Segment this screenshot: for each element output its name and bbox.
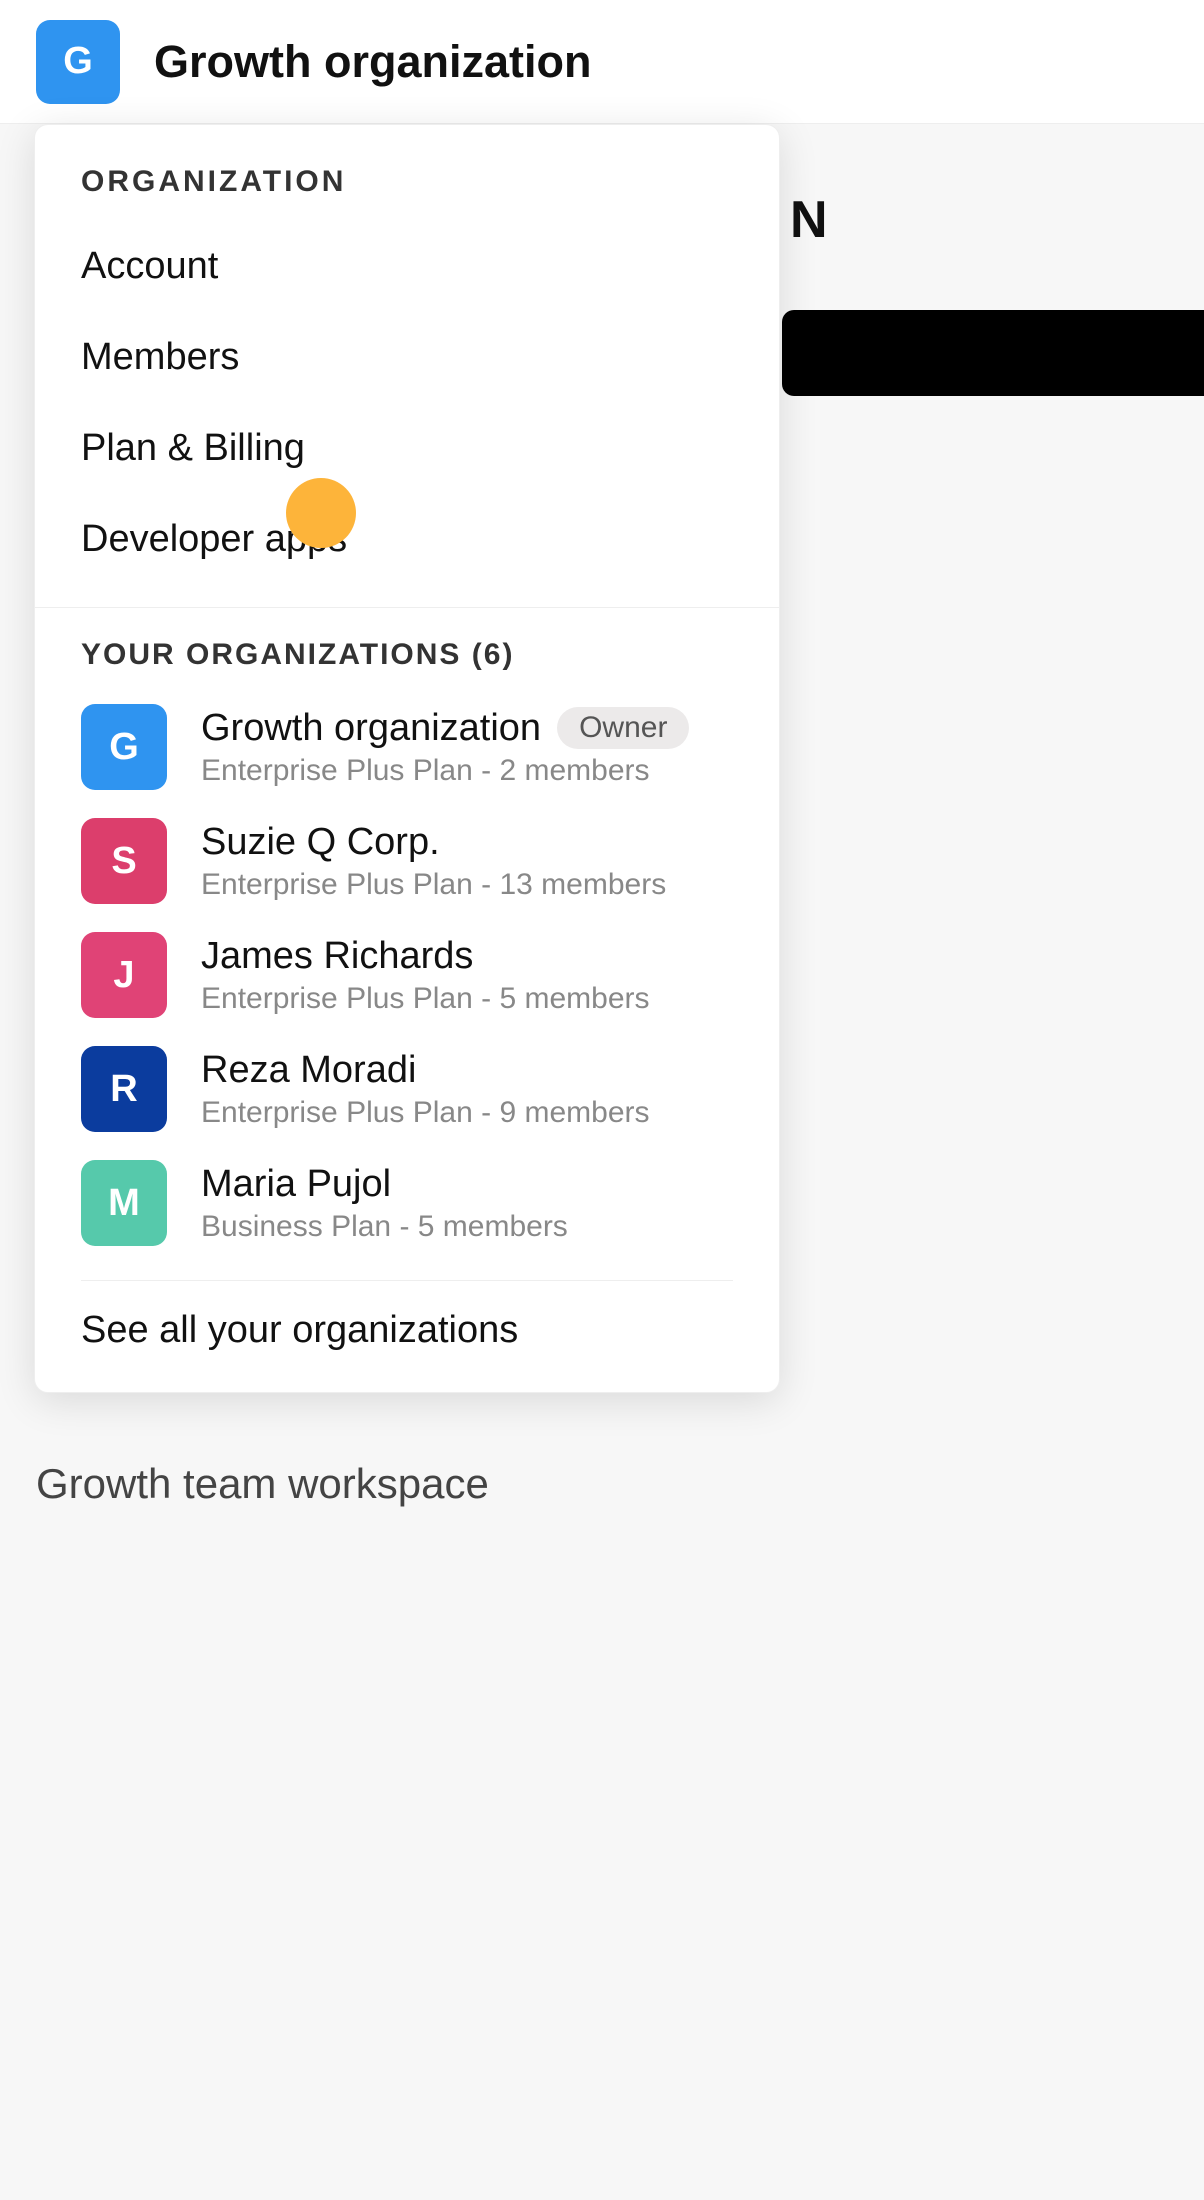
menu-item-account[interactable]: Account	[35, 221, 779, 312]
org-name: Growth organization	[201, 707, 541, 750]
org-avatar: G	[81, 704, 167, 790]
bg-partial-row: Growth team workspace	[36, 1460, 489, 1508]
org-item[interactable]: J James Richards Enterprise Plus Plan - 5 …	[35, 918, 779, 1032]
org-name: Reza Moradi	[201, 1049, 416, 1092]
org-title: Growth organization	[154, 36, 591, 88]
org-item[interactable]: M Maria Pujol Business Plan - 5 members	[35, 1146, 779, 1260]
bg-partial-text: N	[790, 190, 828, 250]
menu-item-plan-billing[interactable]: Plan & Billing	[35, 403, 779, 494]
org-info: James Richards Enterprise Plus Plan - 5 m…	[201, 935, 650, 1016]
org-avatar: M	[81, 1160, 167, 1246]
org-info: Suzie Q Corp. Enterprise Plus Plan - 13 m…	[201, 821, 666, 902]
org-meta: Enterprise Plus Plan - 9 members	[201, 1096, 650, 1130]
org-avatar: J	[81, 932, 167, 1018]
org-item[interactable]: G Growth organization Owner Enterprise Plus…	[35, 690, 779, 804]
org-meta: Enterprise Plus Plan - 13 members	[201, 868, 666, 902]
menu-item-members[interactable]: Members	[35, 312, 779, 403]
org-dropdown: ORGANIZATION Account Members Plan & Bill…	[34, 124, 780, 1393]
org-avatar: S	[81, 818, 167, 904]
org-info: Reza Moradi Enterprise Plus Plan - 9 memb…	[201, 1049, 650, 1130]
org-avatar: G	[36, 20, 120, 104]
divider	[35, 607, 779, 608]
org-info: Growth organization Owner Enterprise Plus …	[201, 707, 689, 788]
section-label-your-orgs: YOUR ORGANIZATIONS (6)	[35, 638, 779, 690]
org-name: James Richards	[201, 935, 473, 978]
org-item[interactable]: R Reza Moradi Enterprise Plus Plan - 9 mem…	[35, 1032, 779, 1146]
owner-badge: Owner	[557, 707, 689, 749]
section-label-organization: ORGANIZATION	[35, 165, 779, 221]
cursor-indicator	[286, 478, 356, 548]
bg-partial-button[interactable]	[782, 310, 1204, 396]
org-meta: Enterprise Plus Plan - 5 members	[201, 982, 650, 1016]
org-header[interactable]: G Growth organization	[0, 0, 1204, 124]
org-meta: Enterprise Plus Plan - 2 members	[201, 754, 689, 788]
org-meta: Business Plan - 5 members	[201, 1210, 568, 1244]
org-name: Suzie Q Corp.	[201, 821, 440, 864]
org-item[interactable]: S Suzie Q Corp. Enterprise Plus Plan - 13 …	[35, 804, 779, 918]
org-name: Maria Pujol	[201, 1163, 391, 1206]
org-info: Maria Pujol Business Plan - 5 members	[201, 1163, 568, 1244]
see-all-orgs-link[interactable]: See all your organizations	[35, 1281, 779, 1362]
org-avatar: R	[81, 1046, 167, 1132]
menu-item-developer-apps[interactable]: Developer apps	[35, 494, 779, 585]
